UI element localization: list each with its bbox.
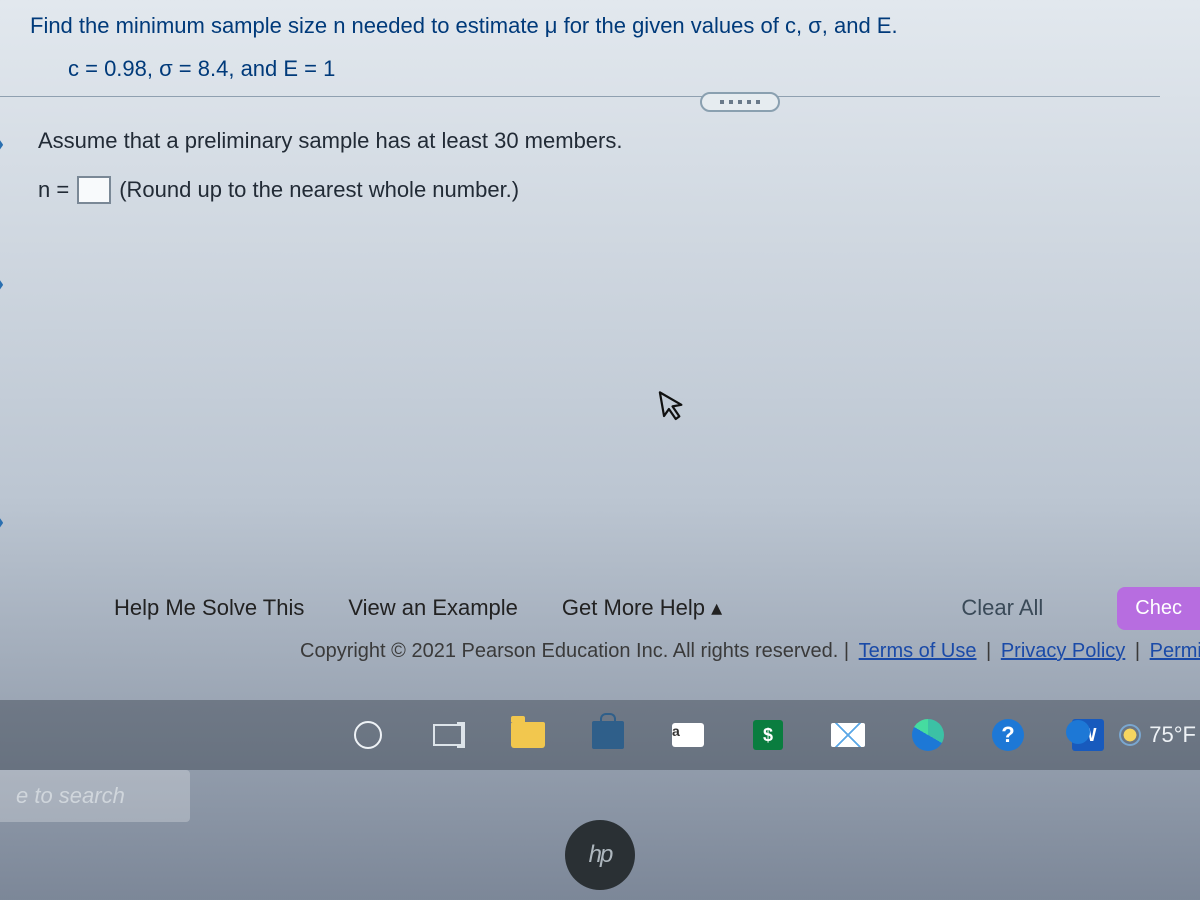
help-me-solve-button[interactable]: Help Me Solve This: [114, 595, 304, 621]
question-prompt: Find the minimum sample size n needed to…: [30, 10, 1180, 42]
edge-icon[interactable]: [908, 715, 948, 755]
side-chevron-icon[interactable]: ›: [0, 508, 4, 536]
get-more-help-button[interactable]: Get More Help ▴: [562, 595, 722, 621]
taskbar: a ? W: [0, 700, 1200, 770]
divider: [0, 96, 1160, 97]
taskbar-search-input[interactable]: e to search: [0, 770, 190, 822]
answer-prefix: n =: [38, 177, 69, 203]
round-note: (Round up to the nearest whole number.): [119, 177, 519, 203]
clear-all-button[interactable]: Clear All: [961, 595, 1043, 621]
task-view-icon[interactable]: [428, 715, 468, 755]
drag-handle[interactable]: [700, 92, 780, 112]
permissions-link[interactable]: Permissio: [1150, 640, 1200, 662]
cortana-icon[interactable]: [348, 715, 388, 755]
get-help-icon[interactable]: ?: [988, 715, 1028, 755]
hp-logo: hp: [565, 820, 635, 890]
temperature-text: 75°F: [1149, 722, 1196, 748]
sheets-icon[interactable]: [748, 715, 788, 755]
mail-icon[interactable]: [828, 715, 868, 755]
side-chevron-icon[interactable]: ›: [0, 130, 4, 158]
caret-up-icon: ▴: [711, 595, 722, 620]
amazon-icon[interactable]: a: [668, 715, 708, 755]
view-example-button[interactable]: View an Example: [348, 595, 518, 621]
notification-icon[interactable]: [1061, 715, 1101, 755]
terms-link[interactable]: Terms of Use: [859, 640, 977, 662]
microsoft-store-icon[interactable]: [588, 715, 628, 755]
question-assumption: Assume that a preliminary sample has at …: [38, 128, 1180, 154]
cursor-icon: [657, 386, 694, 433]
sun-icon: [1119, 724, 1141, 746]
answer-input[interactable]: [77, 176, 111, 204]
side-chevron-icon[interactable]: ›: [0, 270, 4, 298]
question-values: c = 0.98, σ = 8.4, and E = 1: [68, 56, 1180, 82]
privacy-link[interactable]: Privacy Policy: [1001, 640, 1125, 662]
check-answer-button[interactable]: Chec: [1117, 587, 1200, 630]
weather-widget[interactable]: 75°F: [1119, 722, 1200, 748]
file-explorer-icon[interactable]: [508, 715, 548, 755]
copyright-text: Copyright © 2021 Pearson Education Inc. …: [300, 640, 1200, 663]
